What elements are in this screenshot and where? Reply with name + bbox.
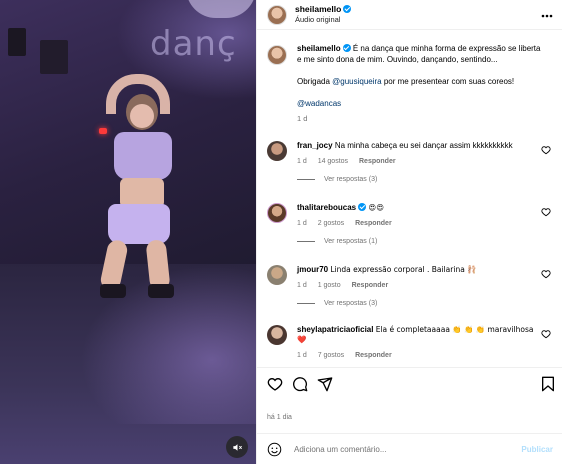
caption-thanks-prefix: Obrigada bbox=[297, 77, 333, 86]
comment-likes[interactable]: 14 gostos bbox=[318, 158, 348, 165]
comment-item: fran_jocy Na minha cabeça eu sei dançar … bbox=[267, 141, 557, 183]
comment-username[interactable]: sheylapatriciaoficial bbox=[297, 325, 373, 334]
avatar[interactable] bbox=[267, 265, 287, 285]
view-replies-button[interactable]: Ver respostas (3) bbox=[297, 300, 557, 307]
comments-area[interactable]: sheilamello É na dança que minha forma d… bbox=[257, 31, 562, 367]
comment-text: 😍😍 bbox=[368, 203, 385, 212]
verified-icon bbox=[343, 5, 352, 13]
more-icon[interactable] bbox=[541, 10, 553, 21]
dancer-figure bbox=[96, 70, 186, 300]
view-replies-label[interactable]: Ver respostas (1) bbox=[324, 238, 377, 245]
reply-button[interactable]: Responder bbox=[352, 282, 389, 289]
dancer-face bbox=[130, 104, 154, 128]
caption-age: 1 d bbox=[297, 114, 308, 123]
avatar[interactable] bbox=[267, 325, 287, 345]
heart-outline-icon[interactable] bbox=[267, 376, 283, 392]
avatar[interactable] bbox=[267, 45, 287, 65]
dancer-shoe-right bbox=[148, 284, 174, 298]
heart-outline-icon[interactable] bbox=[541, 329, 551, 339]
audio-label[interactable]: Áudio original bbox=[295, 15, 351, 25]
publish-button[interactable]: Publicar bbox=[521, 445, 553, 454]
bookmark-icon[interactable] bbox=[541, 376, 555, 392]
comment-item: thalitareboucas 😍😍 1 d 2 gostos Responde… bbox=[267, 203, 557, 245]
speaker-left bbox=[8, 28, 26, 56]
wall-text: danç bbox=[150, 24, 237, 64]
comment-text: Na minha cabeça eu sei dançar assim kkkk… bbox=[334, 141, 513, 150]
view-replies-button[interactable]: Ver respostas (1) bbox=[297, 238, 557, 245]
comment-item: jmour70 Linda expressão corporal . Baila… bbox=[267, 265, 557, 307]
avatar[interactable] bbox=[267, 203, 287, 223]
dancer-shoe-left bbox=[100, 284, 126, 298]
dancer-top bbox=[114, 132, 172, 180]
comment-likes[interactable]: 7 gostos bbox=[318, 352, 344, 359]
header-username[interactable]: sheilamello bbox=[295, 4, 341, 14]
avatar[interactable] bbox=[267, 4, 287, 25]
comment-username[interactable]: thalitareboucas bbox=[297, 203, 356, 212]
caption: sheilamello É na dança que minha forma d… bbox=[267, 43, 557, 124]
view-replies-label[interactable]: Ver respostas (3) bbox=[324, 176, 377, 183]
comment-input[interactable]: Adiciona um comentário... bbox=[294, 445, 521, 454]
comment-username[interactable]: fran_jocy bbox=[297, 141, 333, 150]
reply-button[interactable]: Responder bbox=[359, 158, 396, 165]
mention-link-2[interactable]: @wadancas bbox=[297, 98, 547, 109]
comment-item: sheylapatriciaoficial Ela é completaaaaa… bbox=[267, 325, 557, 361]
post-header: sheilamello Áudio original bbox=[257, 0, 562, 30]
view-replies-button[interactable]: Ver respostas (3) bbox=[297, 176, 557, 183]
caption-username[interactable]: sheilamello bbox=[297, 44, 341, 53]
speaker-muted-icon bbox=[232, 443, 242, 451]
comment-likes[interactable]: 1 gosto bbox=[318, 282, 341, 289]
view-replies-label[interactable]: Ver respostas (3) bbox=[324, 300, 377, 307]
add-comment-bar: Adiciona um comentário... Publicar bbox=[257, 433, 562, 464]
comment-username[interactable]: jmour70 bbox=[297, 265, 328, 274]
smiley-icon[interactable] bbox=[267, 442, 282, 457]
heart-outline-icon[interactable] bbox=[541, 145, 551, 155]
comment-text: Linda expressão corporal . Bailarina 🩰 bbox=[330, 265, 477, 274]
post-timestamp[interactable]: há 1 dia bbox=[267, 414, 292, 421]
comment-age: 1 d bbox=[297, 220, 307, 227]
send-icon[interactable] bbox=[317, 376, 333, 392]
verified-icon bbox=[342, 44, 351, 52]
reply-button[interactable]: Responder bbox=[355, 352, 392, 359]
comment-age: 1 d bbox=[297, 352, 307, 359]
heart-outline-icon[interactable] bbox=[541, 207, 551, 217]
avatar[interactable] bbox=[267, 141, 287, 161]
heart-outline-icon[interactable] bbox=[541, 269, 551, 279]
comment-likes[interactable]: 2 gostos bbox=[318, 220, 344, 227]
caption-thanks-suffix: por me presentear com suas coreos! bbox=[381, 77, 515, 86]
reply-button[interactable]: Responder bbox=[355, 220, 392, 227]
comment-age: 1 d bbox=[297, 158, 307, 165]
comment-icon[interactable] bbox=[292, 376, 308, 392]
reel-video[interactable]: danç bbox=[0, 0, 256, 464]
mute-button[interactable] bbox=[226, 436, 248, 458]
comment-age: 1 d bbox=[297, 282, 307, 289]
post-panel: sheilamello Áudio original sheilamello É… bbox=[256, 0, 562, 464]
dancer-shorts bbox=[108, 204, 170, 244]
verified-icon bbox=[358, 203, 367, 211]
speaker-right bbox=[40, 40, 68, 74]
action-bar bbox=[257, 367, 562, 405]
mention-link[interactable]: @guusiqueira bbox=[332, 77, 381, 86]
